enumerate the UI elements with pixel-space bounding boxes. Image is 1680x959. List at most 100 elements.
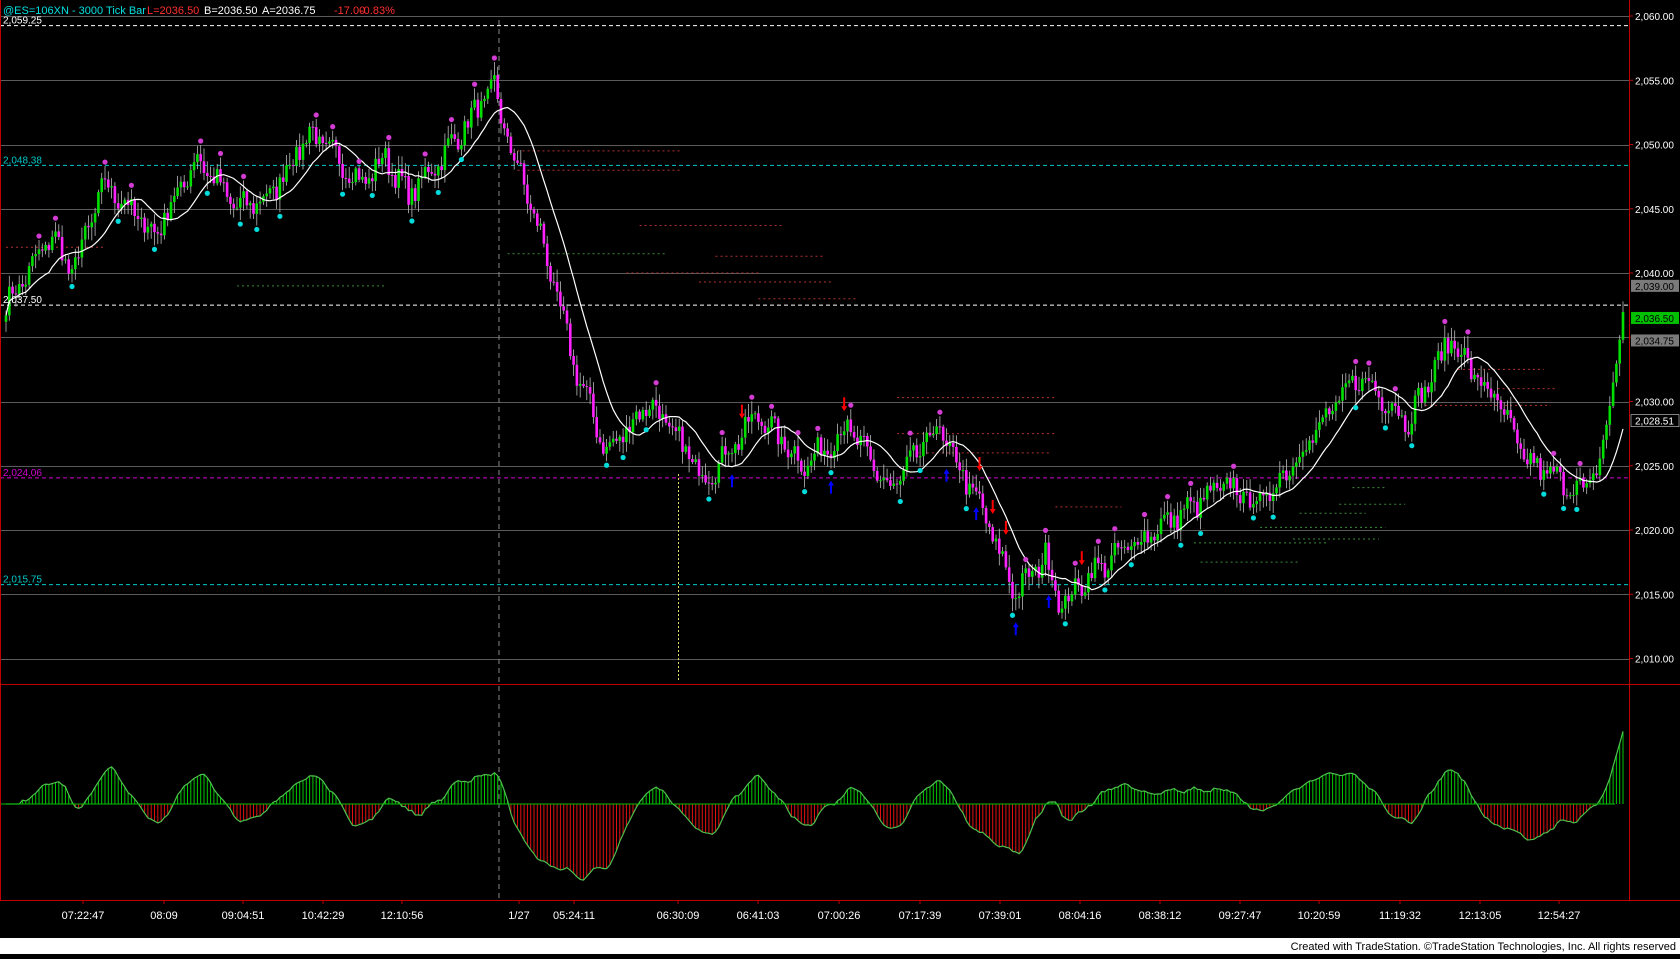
candle-body bbox=[1189, 497, 1192, 502]
candle-body bbox=[526, 184, 529, 204]
candle-body bbox=[476, 99, 480, 118]
footer-credit: Created with TradeStation. ©TradeStation… bbox=[1291, 941, 1676, 953]
candle-body bbox=[1057, 590, 1060, 613]
time-tick-label: 08:09 bbox=[150, 910, 178, 922]
candle-body bbox=[641, 409, 645, 420]
candle-body bbox=[206, 172, 209, 176]
candle-body bbox=[156, 232, 160, 234]
candle-body bbox=[1093, 557, 1097, 579]
candle-body bbox=[186, 186, 189, 188]
candle-body bbox=[1258, 492, 1262, 502]
candle-body bbox=[572, 356, 575, 365]
swing-low-dot bbox=[1102, 587, 1108, 593]
candle-body bbox=[522, 163, 526, 185]
candle-body bbox=[413, 188, 417, 202]
candle-body bbox=[1014, 598, 1018, 600]
candle-body bbox=[1555, 466, 1559, 472]
price-tick-label: 2,015.00 bbox=[1635, 590, 1674, 601]
candle-body bbox=[169, 202, 173, 220]
swing-high-dot bbox=[1112, 526, 1118, 532]
candle-body bbox=[272, 186, 275, 189]
swing-high-dot bbox=[102, 159, 108, 165]
candle-body bbox=[410, 188, 414, 205]
swing-low-dot bbox=[828, 470, 834, 476]
candle-body bbox=[578, 383, 582, 386]
swing-high-dot bbox=[907, 430, 913, 436]
candle-body bbox=[1024, 568, 1027, 574]
candle-body bbox=[1308, 440, 1311, 451]
candle-body bbox=[922, 441, 925, 457]
candle-body bbox=[935, 426, 938, 435]
candle-body bbox=[1605, 424, 1608, 440]
candle-body bbox=[1245, 491, 1249, 493]
candle-body bbox=[1321, 417, 1324, 423]
candle-body bbox=[783, 436, 787, 450]
candle-body bbox=[1149, 536, 1153, 543]
net-change-pct-label: -0.83% bbox=[360, 5, 395, 17]
candle-body bbox=[1238, 495, 1242, 504]
candle-body bbox=[281, 177, 285, 182]
candle-body bbox=[1483, 381, 1486, 386]
candle-body bbox=[1271, 493, 1275, 501]
candle-body bbox=[1585, 483, 1588, 488]
candle-body bbox=[720, 446, 724, 463]
swing-low-dot bbox=[151, 246, 158, 252]
candle-body bbox=[27, 266, 31, 285]
level-line-label: 2,024.06 bbox=[3, 468, 42, 479]
candle-body bbox=[473, 99, 476, 108]
candle-body bbox=[1618, 339, 1621, 364]
candle-body bbox=[1060, 608, 1064, 613]
candle-body bbox=[1582, 477, 1585, 488]
candle-body bbox=[569, 323, 572, 357]
candle-body bbox=[1423, 386, 1427, 403]
swing-low-dot bbox=[69, 283, 75, 290]
candle-body bbox=[955, 446, 958, 463]
candle-body bbox=[387, 148, 391, 175]
candle-body bbox=[460, 145, 463, 150]
candle-body bbox=[519, 162, 523, 164]
candle-body bbox=[453, 134, 457, 139]
level-line-label: 2,059.25 bbox=[3, 16, 42, 27]
candle-body bbox=[77, 257, 80, 259]
candle-body bbox=[1222, 483, 1225, 491]
candle-body bbox=[235, 207, 239, 209]
candle-body bbox=[968, 483, 971, 495]
tradestation-chart[interactable]: 2,010.00 2,015.00 2,020.00 2,025.00 2,030.00… bbox=[0, 0, 1680, 954]
price-marker-label: 2,028.51 bbox=[1635, 417, 1674, 428]
swing-high-dot bbox=[653, 380, 659, 386]
candle-body bbox=[1159, 518, 1163, 535]
symbol-label: @ES=106XN - 3000 Tick Bar bbox=[3, 5, 146, 17]
candle-body bbox=[1143, 531, 1146, 542]
candle-body bbox=[1087, 573, 1090, 593]
time-tick-label: 1/27 bbox=[508, 910, 529, 922]
time-tick-label: 10:20:59 bbox=[1298, 910, 1341, 922]
candle-body bbox=[1473, 374, 1476, 380]
candle-body bbox=[542, 223, 546, 244]
candle-body bbox=[493, 75, 496, 80]
candle-body bbox=[813, 453, 816, 461]
candle-body bbox=[885, 477, 889, 481]
candle-body bbox=[1512, 417, 1516, 430]
swing-low-dot bbox=[897, 498, 903, 505]
candle-body bbox=[991, 527, 994, 542]
candle-body bbox=[364, 176, 367, 184]
candle-body bbox=[149, 223, 153, 227]
candle-body bbox=[1608, 405, 1612, 425]
candle-body bbox=[849, 419, 853, 433]
candle-body bbox=[994, 538, 998, 542]
candle-body bbox=[1146, 531, 1150, 543]
candle-body bbox=[1288, 475, 1291, 481]
candle-body bbox=[1133, 541, 1136, 547]
candle-body bbox=[717, 462, 721, 483]
candle-body bbox=[1611, 382, 1615, 406]
time-tick-label: 08:38:12 bbox=[1139, 910, 1182, 922]
candle-body bbox=[681, 426, 684, 452]
candle-body bbox=[1506, 409, 1509, 415]
candle-body bbox=[1275, 487, 1278, 494]
candle-body bbox=[988, 523, 991, 528]
price-chart-svg[interactable]: 2,010.00 2,015.00 2,020.00 2,025.00 2,030.00… bbox=[0, 0, 1680, 954]
candle-body bbox=[1215, 482, 1219, 488]
swing-low-dot bbox=[620, 454, 626, 461]
swing-high-dot bbox=[217, 150, 224, 157]
candle-body bbox=[308, 126, 311, 143]
